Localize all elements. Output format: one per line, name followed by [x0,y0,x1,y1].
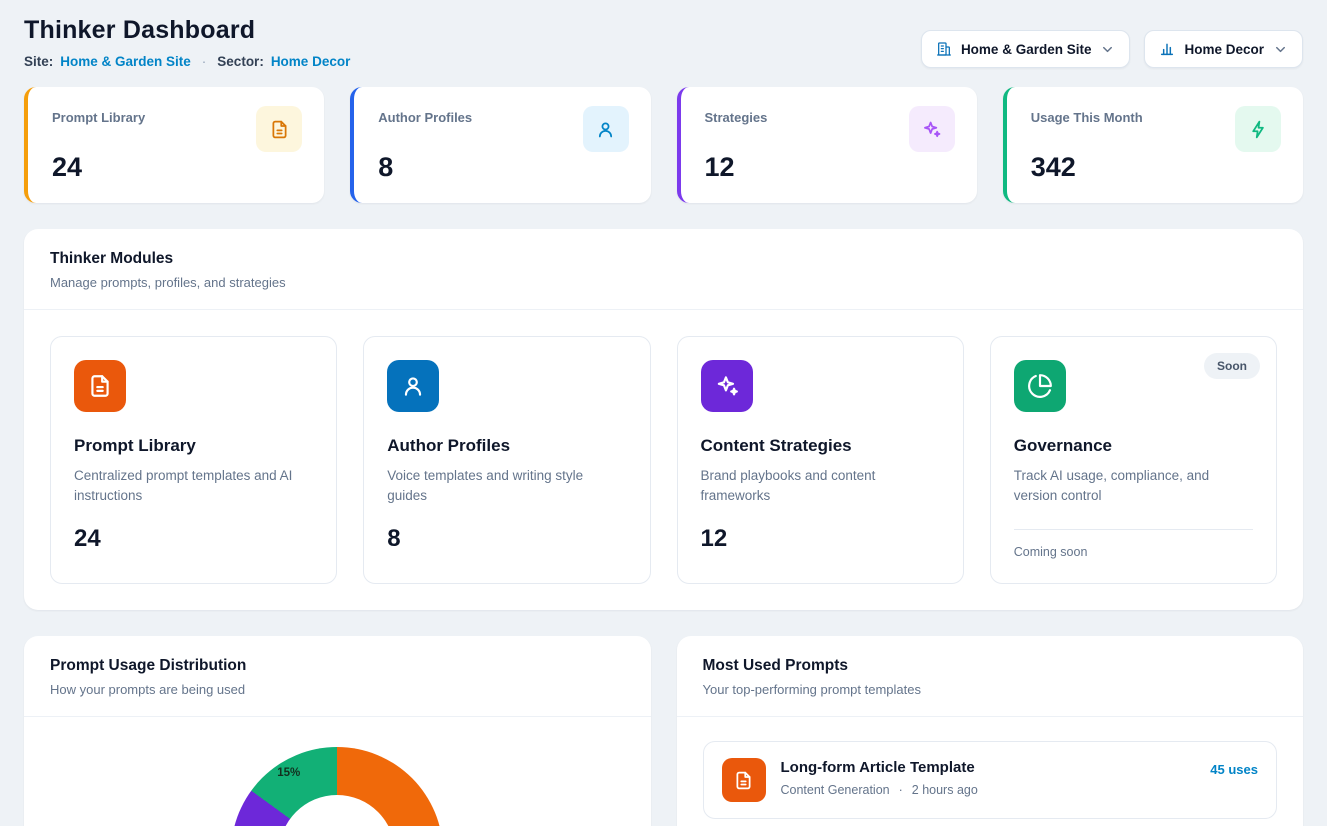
soon-badge: Soon [1204,353,1260,379]
page-title: Thinker Dashboard [24,16,350,45]
document-icon [722,758,766,802]
most-used-prompts-card: Most Used Prompts Your top-performing pr… [677,636,1304,826]
module-card-governance[interactable]: Soon Governance Track AI usage, complian… [990,336,1277,584]
most-used-subtitle: Your top-performing prompt templates [703,682,1278,697]
person-icon [583,106,629,152]
site-selector-value: Home & Garden Site [961,42,1092,57]
prompt-category: Content Generation [781,783,890,797]
module-card-prompt-library[interactable]: Prompt Library Centralized prompt templa… [50,336,337,584]
stat-value: 24 [52,152,302,183]
separator-dot: · [202,54,207,69]
stat-label: Strategies [705,106,768,125]
chevron-down-icon [1273,42,1288,57]
modules-subtitle: Manage prompts, profiles, and strategies [50,275,1277,290]
prompt-list: Long-form Article Template Content Gener… [677,717,1304,826]
sparkles-icon [909,106,955,152]
person-icon [387,360,439,412]
module-count: 24 [74,525,313,553]
most-used-header: Most Used Prompts Your top-performing pr… [677,636,1304,717]
modules-grid: Prompt Library Centralized prompt templa… [24,310,1303,610]
stats-row: Prompt Library 24 Author Profiles 8 Stra… [24,87,1303,203]
stat-card-usage: Usage This Month 342 [1003,87,1303,203]
document-icon [256,106,302,152]
usage-subtitle: How your prompts are being used [50,682,625,697]
module-count: 8 [387,525,626,553]
module-title: Author Profiles [387,436,626,456]
prompt-text: Long-form Article Template Content Gener… [781,758,978,802]
page-header: Thinker Dashboard Site: Home & Garden Si… [24,16,1303,69]
module-card-author-profiles[interactable]: Author Profiles Voice templates and writ… [363,336,650,584]
divider [1014,529,1253,530]
sparkles-icon [701,360,753,412]
stat-label: Author Profiles [378,106,472,125]
module-description: Voice templates and writing style guides [387,466,626,507]
usage-card-header: Prompt Usage Distribution How your promp… [24,636,651,717]
dashboard-page: Thinker Dashboard Site: Home & Garden Si… [0,0,1327,826]
bar-chart-icon [1159,41,1175,57]
header-selectors: Home & Garden Site Home Decor [921,30,1303,68]
module-title: Prompt Library [74,436,313,456]
breadcrumb: Site: Home & Garden Site · Sector: Home … [24,54,350,69]
usage-distribution-card: Prompt Usage Distribution How your promp… [24,636,651,826]
stat-label: Usage This Month [1031,106,1143,125]
site-selector-dropdown[interactable]: Home & Garden Site [921,30,1131,68]
coming-soon-text: Coming soon [1014,545,1253,559]
stat-value: 8 [378,152,628,183]
modules-title: Thinker Modules [50,250,1277,268]
sector-selector-dropdown[interactable]: Home Decor [1144,30,1303,68]
most-used-title: Most Used Prompts [703,657,1278,675]
document-icon [74,360,126,412]
prompt-title: Long-form Article Template [781,759,978,776]
separator-dot: · [899,783,903,797]
module-description: Brand playbooks and content frameworks [701,466,940,507]
modules-panel-header: Thinker Modules Manage prompts, profiles… [24,229,1303,310]
donut-segment-label: 15% [277,767,300,779]
stat-card-strategies: Strategies 12 [677,87,977,203]
chevron-down-icon [1100,42,1115,57]
sector-link[interactable]: Home Decor [271,54,351,69]
thinker-modules-panel: Thinker Modules Manage prompts, profiles… [24,229,1303,610]
bottom-row: Prompt Usage Distribution How your promp… [24,636,1303,826]
donut-chart: 15% [231,747,443,826]
module-title: Governance [1014,436,1253,456]
stat-value: 12 [705,152,955,183]
list-item-prompt[interactable]: Long-form Article Template Content Gener… [703,741,1278,819]
sector-selector-value: Home Decor [1184,42,1264,57]
stat-label: Prompt Library [52,106,145,125]
stat-card-prompt-library: Prompt Library 24 [24,87,324,203]
prompt-meta: Content Generation · 2 hours ago [781,783,978,797]
module-description: Track AI usage, compliance, and version … [1014,466,1253,507]
header-left: Thinker Dashboard Site: Home & Garden Si… [24,16,350,69]
prompt-time: 2 hours ago [912,783,978,797]
stat-value: 342 [1031,152,1281,183]
donut-hole [279,795,395,826]
module-count: 12 [701,525,940,553]
lightning-icon [1235,106,1281,152]
stat-card-author-profiles: Author Profiles 8 [350,87,650,203]
prompt-uses-badge: 45 uses [1210,758,1258,802]
donut-chart-area: 15% [24,717,651,826]
sector-label: Sector: [217,54,264,69]
usage-title: Prompt Usage Distribution [50,657,625,675]
module-title: Content Strategies [701,436,940,456]
site-link[interactable]: Home & Garden Site [60,54,191,69]
module-description: Centralized prompt templates and AI inst… [74,466,313,507]
site-label: Site: [24,54,53,69]
module-card-content-strategies[interactable]: Content Strategies Brand playbooks and c… [677,336,964,584]
building-icon [936,41,952,57]
pie-chart-icon [1014,360,1066,412]
